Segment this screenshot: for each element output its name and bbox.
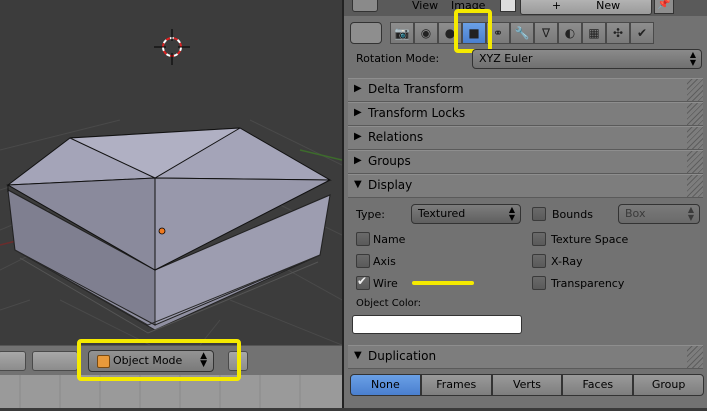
section-transform-locks[interactable]: ▶ Transform Locks bbox=[348, 102, 703, 126]
rotation-mode-value: XYZ Euler bbox=[479, 52, 533, 65]
section-label: Duplication bbox=[368, 349, 437, 363]
drag-handle[interactable] bbox=[687, 127, 703, 149]
expanded-triangle-icon: ▼ bbox=[354, 179, 362, 190]
bounds-checkbox[interactable] bbox=[532, 207, 546, 221]
new-image-button[interactable]: + New bbox=[520, 0, 652, 15]
axis-checkbox[interactable] bbox=[356, 254, 370, 268]
collapsed-triangle-icon: ▶ bbox=[354, 83, 362, 94]
name-checkbox[interactable] bbox=[356, 232, 370, 246]
editor-type-icon[interactable] bbox=[352, 0, 378, 12]
3d-cursor bbox=[154, 29, 190, 65]
particles-icon[interactable]: ✣ bbox=[606, 22, 630, 44]
data-icon[interactable]: ∇ bbox=[534, 22, 558, 44]
dup-frames-button[interactable]: Frames bbox=[420, 374, 492, 396]
axis-label: Axis bbox=[373, 255, 396, 268]
display-type-label: Type: bbox=[356, 208, 385, 221]
section-groups[interactable]: ▶ Groups bbox=[348, 150, 703, 174]
scene-icon[interactable]: ◉ bbox=[414, 22, 438, 44]
section-display[interactable]: ▼ Display bbox=[348, 174, 703, 198]
texture-space-label: Texture Space bbox=[551, 233, 629, 246]
modifiers-icon[interactable]: 🔧 bbox=[510, 22, 534, 44]
xray-label: X-Ray bbox=[551, 255, 583, 268]
object-color-field[interactable] bbox=[352, 315, 522, 334]
context-toggle-icon[interactable] bbox=[350, 22, 382, 44]
section-label: Transform Locks bbox=[368, 106, 466, 120]
section-duplication[interactable]: ▼ Duplication bbox=[348, 345, 703, 369]
highlight-object-mode bbox=[77, 339, 241, 381]
transparency-checkbox[interactable] bbox=[532, 276, 546, 290]
properties-tabs: 📷 ◉ ● ■ ⚭ 🔧 ∇ ◐ ▦ ✣ ✔ bbox=[344, 16, 707, 48]
dup-verts-button[interactable]: Verts bbox=[491, 374, 563, 396]
layer-button-2[interactable] bbox=[32, 351, 78, 371]
section-delta-transform[interactable]: ▶ Delta Transform bbox=[348, 78, 703, 102]
collapsed-triangle-icon: ▶ bbox=[354, 131, 362, 142]
expanded-triangle-icon: ▼ bbox=[354, 350, 362, 361]
section-label: Display bbox=[368, 178, 413, 192]
display-type-value: Textured bbox=[418, 207, 466, 220]
physics-icon[interactable]: ✔ bbox=[630, 22, 654, 44]
wire-checkbox[interactable] bbox=[356, 274, 370, 290]
duplication-options: None Frames Verts Faces Group bbox=[350, 374, 704, 396]
section-label: Groups bbox=[368, 154, 411, 168]
bounds-label: Bounds bbox=[552, 208, 593, 221]
section-label: Delta Transform bbox=[368, 82, 464, 96]
drag-handle[interactable] bbox=[687, 151, 703, 173]
bounds-type-select[interactable]: Box ▲ ▼ bbox=[618, 204, 700, 224]
plus-icon: + bbox=[551, 0, 597, 12]
dup-none-button[interactable]: None bbox=[350, 374, 421, 396]
viewport-scene bbox=[0, 29, 342, 345]
properties-editor: View Image + New 📌 📷 ◉ ● ■ ⚭ 🔧 ∇ ◐ ▦ ✣ ✔… bbox=[344, 0, 707, 408]
wire-highlight-underline bbox=[412, 281, 474, 285]
highlight-object-tab bbox=[454, 9, 492, 53]
layer-button-1[interactable] bbox=[0, 351, 26, 371]
drag-handle[interactable] bbox=[687, 103, 703, 125]
texture-icon[interactable]: ▦ bbox=[582, 22, 606, 44]
bounds-type-value: Box bbox=[625, 207, 646, 220]
object-color-label: Object Color: bbox=[356, 298, 422, 309]
properties-top-bar: View Image + New 📌 bbox=[344, 0, 707, 16]
texture-space-checkbox[interactable] bbox=[532, 232, 546, 246]
render-icon[interactable]: 📷 bbox=[390, 22, 414, 44]
section-label: Relations bbox=[368, 130, 424, 144]
object-origin bbox=[158, 227, 166, 235]
collapsed-triangle-icon: ▶ bbox=[354, 155, 362, 166]
select-arrows-icon: ▲ ▼ bbox=[687, 205, 694, 222]
3d-viewport[interactable] bbox=[0, 0, 342, 345]
display-type-select[interactable]: Textured ▲ ▼ bbox=[411, 204, 521, 224]
dup-group-button[interactable]: Group bbox=[633, 374, 704, 396]
pin-icon[interactable]: 📌 bbox=[654, 0, 674, 14]
collapsed-triangle-icon: ▶ bbox=[354, 107, 362, 118]
rotation-mode-select[interactable]: XYZ Euler ▲ ▼ bbox=[472, 49, 702, 69]
image-browse-icon[interactable] bbox=[500, 0, 516, 12]
wire-label: Wire bbox=[373, 277, 398, 290]
name-label: Name bbox=[373, 233, 406, 246]
rotation-mode-label: Rotation Mode: bbox=[356, 52, 440, 65]
drag-handle[interactable] bbox=[687, 79, 703, 101]
xray-checkbox[interactable] bbox=[532, 254, 546, 268]
select-arrows-icon: ▲ ▼ bbox=[689, 50, 696, 67]
material-icon[interactable]: ◐ bbox=[558, 22, 582, 44]
select-arrows-icon: ▲ ▼ bbox=[508, 205, 515, 222]
view-menu[interactable]: View bbox=[412, 0, 438, 12]
transparency-label: Transparency bbox=[551, 277, 625, 290]
dup-faces-button[interactable]: Faces bbox=[562, 374, 634, 396]
new-label: New bbox=[596, 0, 621, 12]
drag-handle[interactable] bbox=[687, 346, 703, 368]
drag-handle[interactable] bbox=[687, 175, 703, 197]
section-relations[interactable]: ▶ Relations bbox=[348, 126, 703, 150]
